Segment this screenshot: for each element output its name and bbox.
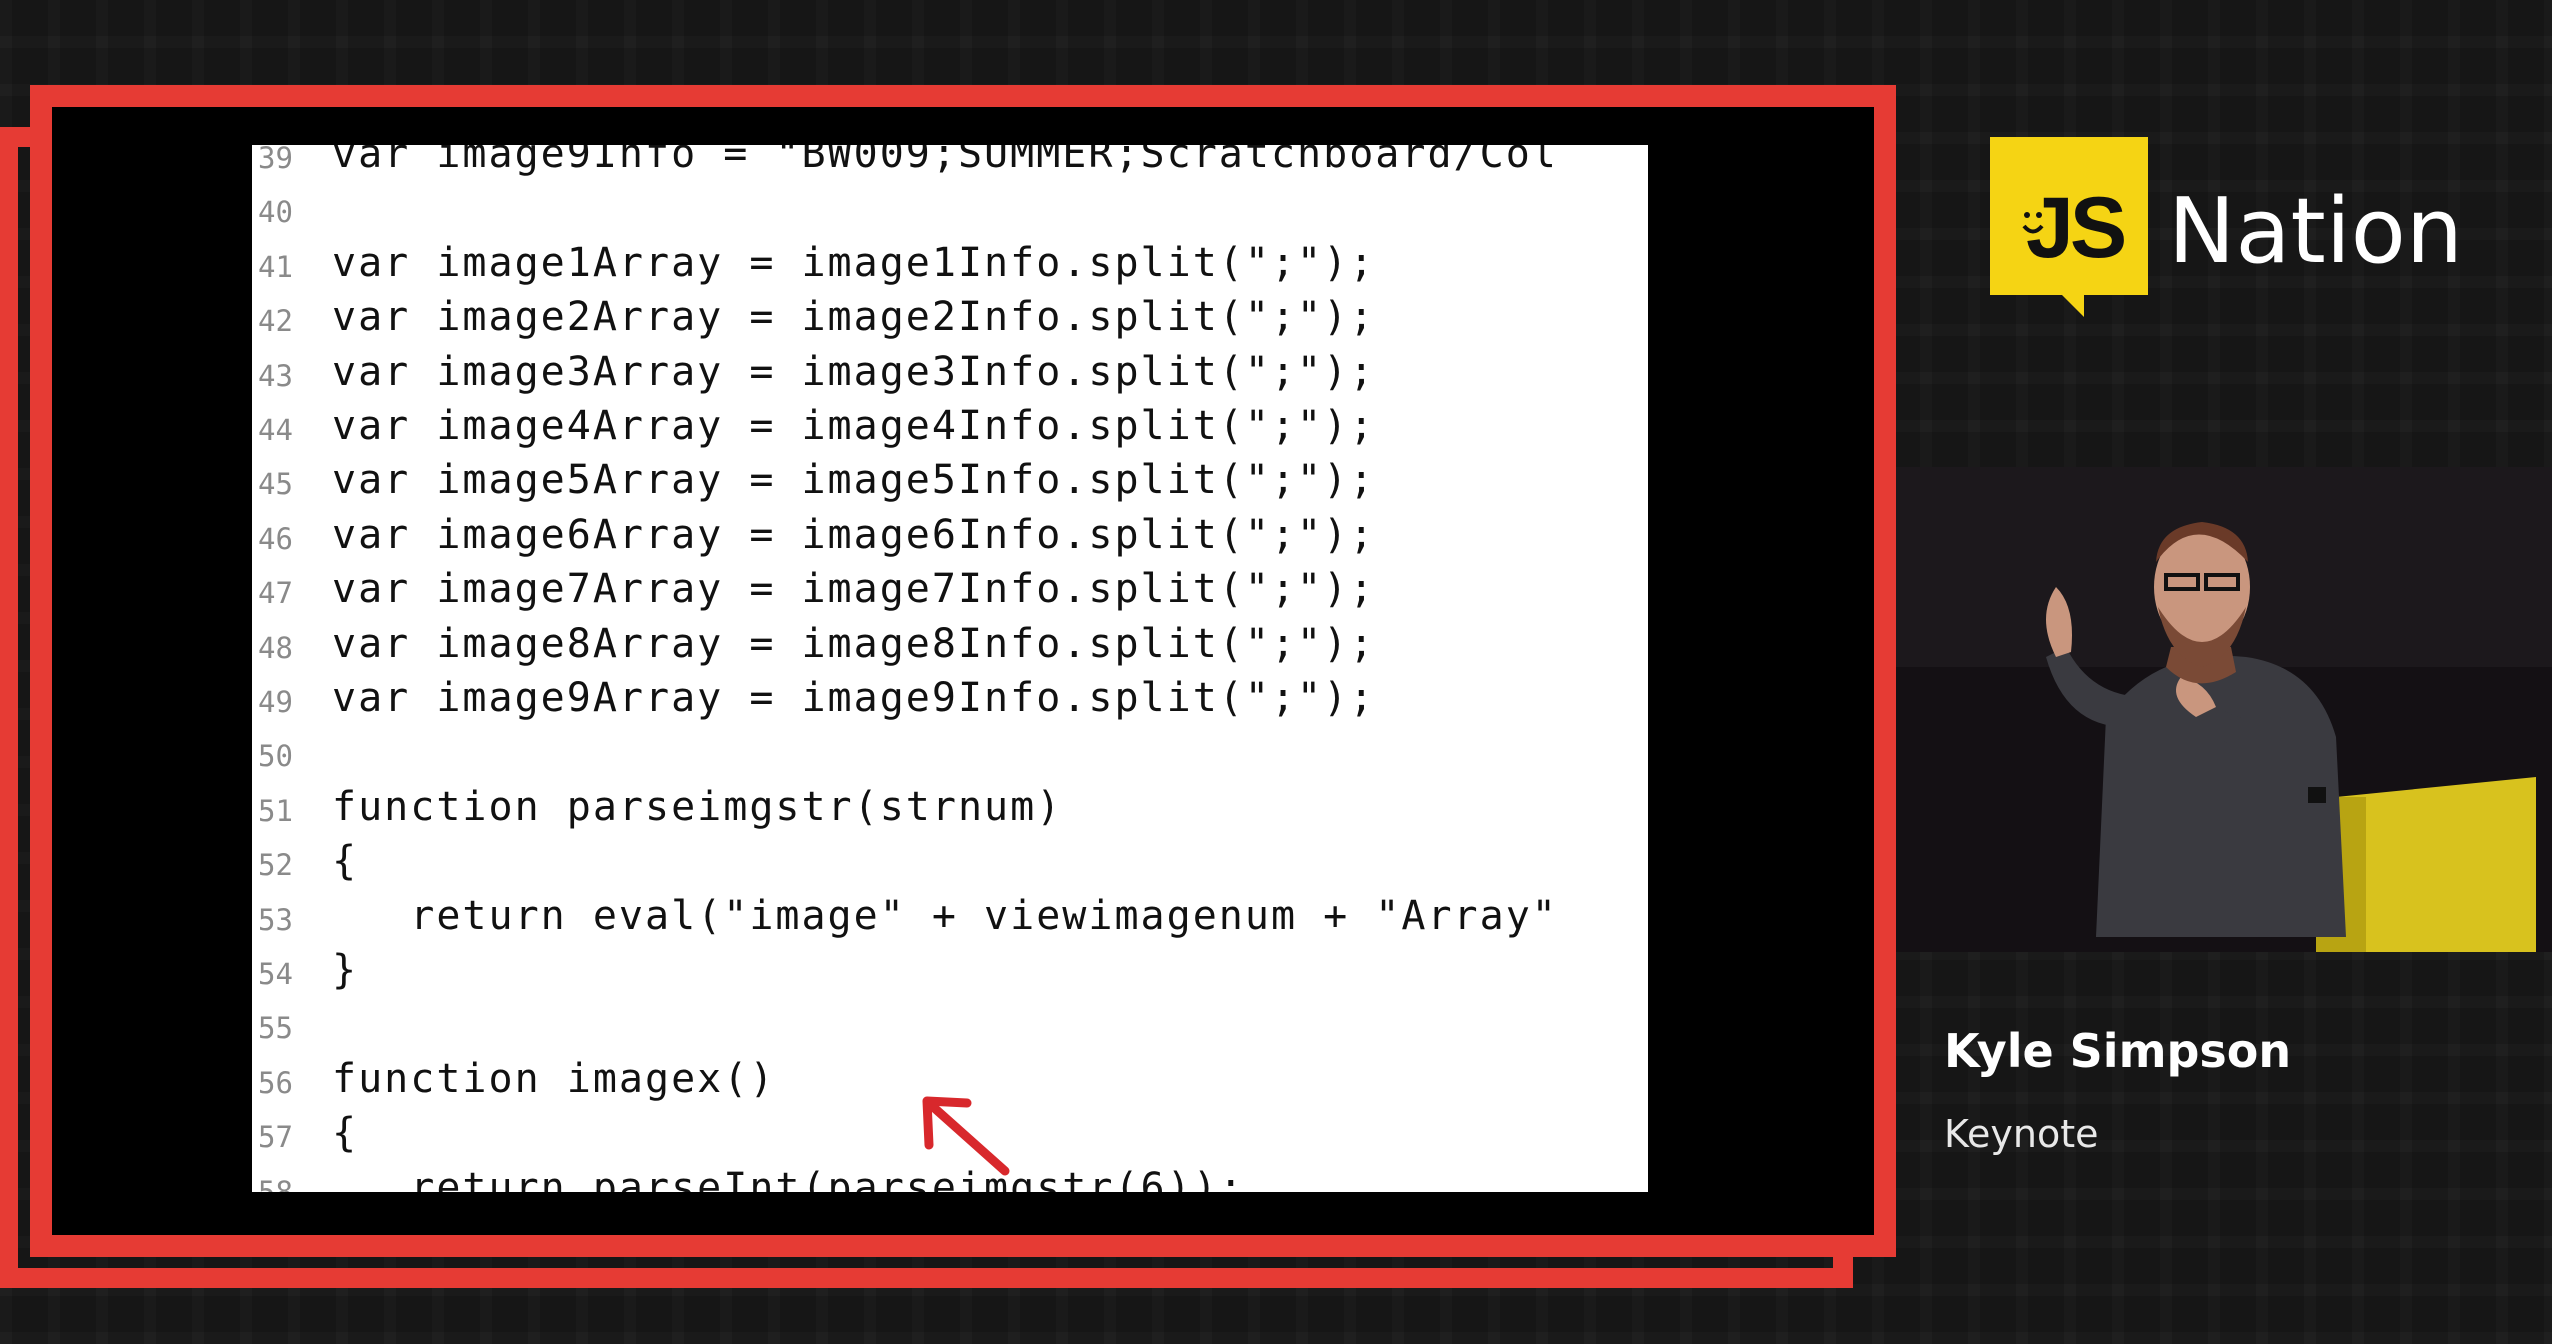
code-text: return eval("image" + viewimagenum + "Ar… <box>332 892 1558 939</box>
code-line: 45 var image5Array = image5Info.split(";"… <box>252 455 1648 509</box>
line-number: 40 <box>258 195 293 230</box>
code-line: 52 { <box>252 836 1648 890</box>
speaker-role: Keynote <box>1944 1112 2099 1156</box>
speaker-video <box>1896 467 2552 952</box>
code-line: 43 var image3Array = image3Info.split(";"… <box>252 347 1648 401</box>
code-screenshot: 58 return parseInt(parseimgstr(6)); 57 {56… <box>252 145 1648 1192</box>
logo-mark-tail <box>2062 295 2084 317</box>
logo-name: Nation <box>2168 179 2463 284</box>
code-text: return parseInt(parseimgstr(6)); <box>332 1164 1245 1192</box>
line-number: 42 <box>258 304 293 339</box>
code-line: 55 <box>252 999 1648 1053</box>
code-line: 41 var image1Array = image1Info.split(";"… <box>252 238 1648 292</box>
code-line: 48 var image8Array = image8Info.split(";"… <box>252 619 1648 673</box>
line-number: 56 <box>258 1065 293 1100</box>
line-number: 51 <box>258 793 293 828</box>
line-number: 55 <box>258 1011 293 1046</box>
line-number: 50 <box>258 739 293 774</box>
line-number: 52 <box>258 848 293 883</box>
slide-area: 58 return parseInt(parseimgstr(6)); 57 {56… <box>52 107 1874 1235</box>
code-line: 39 var image9Info = "BW009;SUMMER;Scratch… <box>252 145 1648 183</box>
line-number: 57 <box>258 1120 293 1155</box>
line-number: 39 <box>258 145 293 175</box>
logo-mark-text: JS <box>2026 180 2127 276</box>
code-text: function imagex() <box>332 1055 776 1102</box>
code-text: } <box>332 947 359 993</box>
code-text: var image8Array = image8Info.split(";"); <box>332 620 1376 667</box>
code-text: var image7Array = image7Info.split(";"); <box>332 566 1376 613</box>
line-number: 41 <box>258 249 293 284</box>
code-line: 49 var image9Array = image9Info.split(";"… <box>252 673 1648 727</box>
speaker-name: Kyle Simpson <box>1944 1024 2292 1078</box>
red-arrow-icon <box>922 1096 1010 1176</box>
line-number: 58 <box>258 1174 293 1192</box>
code-text: { <box>332 1110 359 1157</box>
code-text: var image9Info = "BW009;SUMMER;Scratchbo… <box>332 145 1558 177</box>
code-text: var image9Array = image9Info.split(";"); <box>332 675 1376 721</box>
line-number: 53 <box>258 902 293 937</box>
speaker-video-image <box>1896 467 2552 952</box>
line-number: 48 <box>258 630 293 665</box>
code-text: function parseimgstr(strnum) <box>332 783 1063 830</box>
code-line: 47 var image7Array = image7Info.split(";"… <box>252 564 1648 618</box>
code-text: var image4Array = image4Info.split(";"); <box>332 403 1376 449</box>
code-text: { <box>332 838 359 885</box>
line-number: 46 <box>258 521 293 556</box>
code-text: var image2Array = image2Info.split(";"); <box>332 294 1376 341</box>
code-line: 46 var image6Array = image6Info.split(";"… <box>252 510 1648 564</box>
jsnation-logo: JS Nation <box>1990 137 2463 317</box>
line-number: 45 <box>258 467 293 502</box>
code-text: var image6Array = image6Info.split(";"); <box>332 511 1376 558</box>
line-number: 54 <box>258 957 293 991</box>
code-line: 44 var image4Array = image4Info.split(";"… <box>252 401 1648 455</box>
line-number: 49 <box>258 685 293 719</box>
code-line: 40 <box>252 183 1648 237</box>
slide-frame: 58 return parseInt(parseimgstr(6)); 57 {56… <box>30 85 1896 1257</box>
code-text: var image1Array = image1Info.split(";"); <box>332 239 1376 286</box>
code-line: 53 return eval("image" + viewimagenum + … <box>252 891 1648 945</box>
code-text: var image5Array = image5Info.split(";"); <box>332 457 1376 504</box>
code-text: var image3Array = image3Info.split(";"); <box>332 348 1376 395</box>
line-number: 44 <box>258 413 293 447</box>
code-line: 51 function parseimgstr(strnum) <box>252 782 1648 836</box>
code-line: 50 <box>252 727 1648 781</box>
code-line: 54} <box>252 945 1648 999</box>
line-number: 47 <box>258 576 293 611</box>
code-line: 42 var image2Array = image2Info.split(";"… <box>252 292 1648 346</box>
line-number: 43 <box>258 358 293 393</box>
